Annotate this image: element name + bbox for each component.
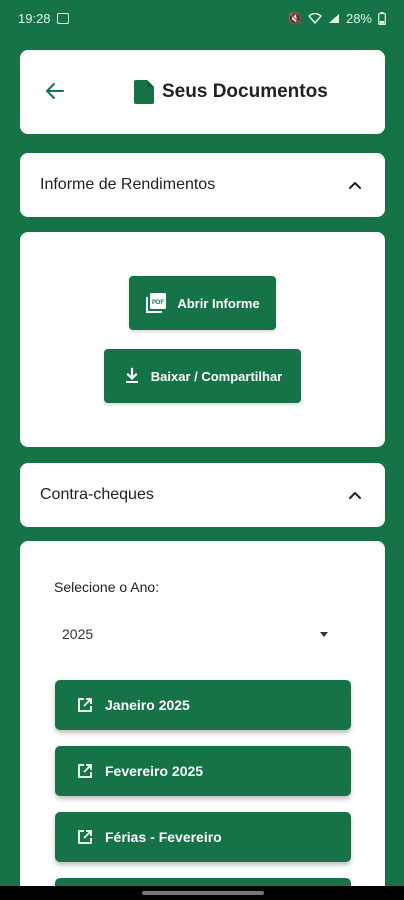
payslip-item-label: Férias - Fevereiro	[105, 829, 222, 845]
payslip-item[interactable]: Fevereiro 2025	[55, 746, 351, 796]
contra-section-header[interactable]: Contra-cheques	[20, 463, 385, 527]
payslip-item[interactable]: Janeiro 2025	[55, 680, 351, 730]
contra-section-title: Contra-cheques	[40, 486, 154, 503]
year-select-label: Selecione o Ano:	[54, 579, 160, 595]
header-card: Seus Documentos	[20, 50, 385, 134]
payslip-item-label: Janeiro 2025	[105, 697, 190, 713]
year-select[interactable]: 2025	[54, 621, 334, 647]
document-icon	[134, 80, 154, 104]
status-left: 19:28	[18, 11, 69, 26]
informe-section-body: PDF Abrir Informe Baixar / Compartilhar	[20, 232, 385, 447]
pdf-icon: PDF	[146, 293, 167, 313]
signal-icon	[328, 13, 339, 23]
wifi-icon	[307, 12, 322, 24]
open-external-icon	[78, 830, 92, 844]
system-nav-bar	[0, 886, 404, 900]
download-icon	[125, 367, 138, 383]
back-arrow-icon[interactable]	[44, 80, 66, 102]
mute-icon: 🔇	[288, 12, 302, 25]
status-right: 🔇 28%	[288, 11, 386, 26]
status-bar: 19:28 🔇 28%	[0, 0, 404, 36]
payslip-item[interactable]: Férias - Fevereiro	[55, 812, 351, 862]
open-external-icon	[78, 764, 92, 778]
open-external-icon	[78, 698, 92, 712]
payslip-item-label: Fevereiro 2025	[105, 763, 204, 779]
open-informe-label: Abrir Informe	[177, 295, 260, 311]
battery-text: 28%	[345, 10, 372, 26]
pdf-icon-text: PDF	[152, 300, 164, 306]
battery-icon	[378, 11, 386, 25]
image-notification-icon	[56, 12, 69, 24]
status-time: 19:28	[18, 10, 51, 26]
download-share-label: Baixar / Compartilhar	[150, 368, 283, 384]
page-title-wrap: Seus Documentos	[134, 80, 328, 104]
caret-down-icon	[320, 631, 328, 637]
page-title: Seus Documentos	[162, 81, 328, 102]
download-share-button[interactable]: Baixar / Compartilhar	[104, 349, 301, 403]
chevron-up-icon[interactable]	[347, 177, 363, 193]
informe-section-title: Informe de Rendimentos	[40, 176, 216, 193]
nav-gesture-handle[interactable]	[142, 891, 264, 895]
chevron-up-icon[interactable]	[347, 487, 363, 503]
contra-section-body: Selecione o Ano: 2025 Janeiro 2025 Fever…	[20, 541, 385, 900]
open-informe-button[interactable]: PDF Abrir Informe	[129, 276, 276, 330]
informe-section-header[interactable]: Informe de Rendimentos	[20, 153, 385, 217]
year-select-value: 2025	[62, 626, 94, 642]
